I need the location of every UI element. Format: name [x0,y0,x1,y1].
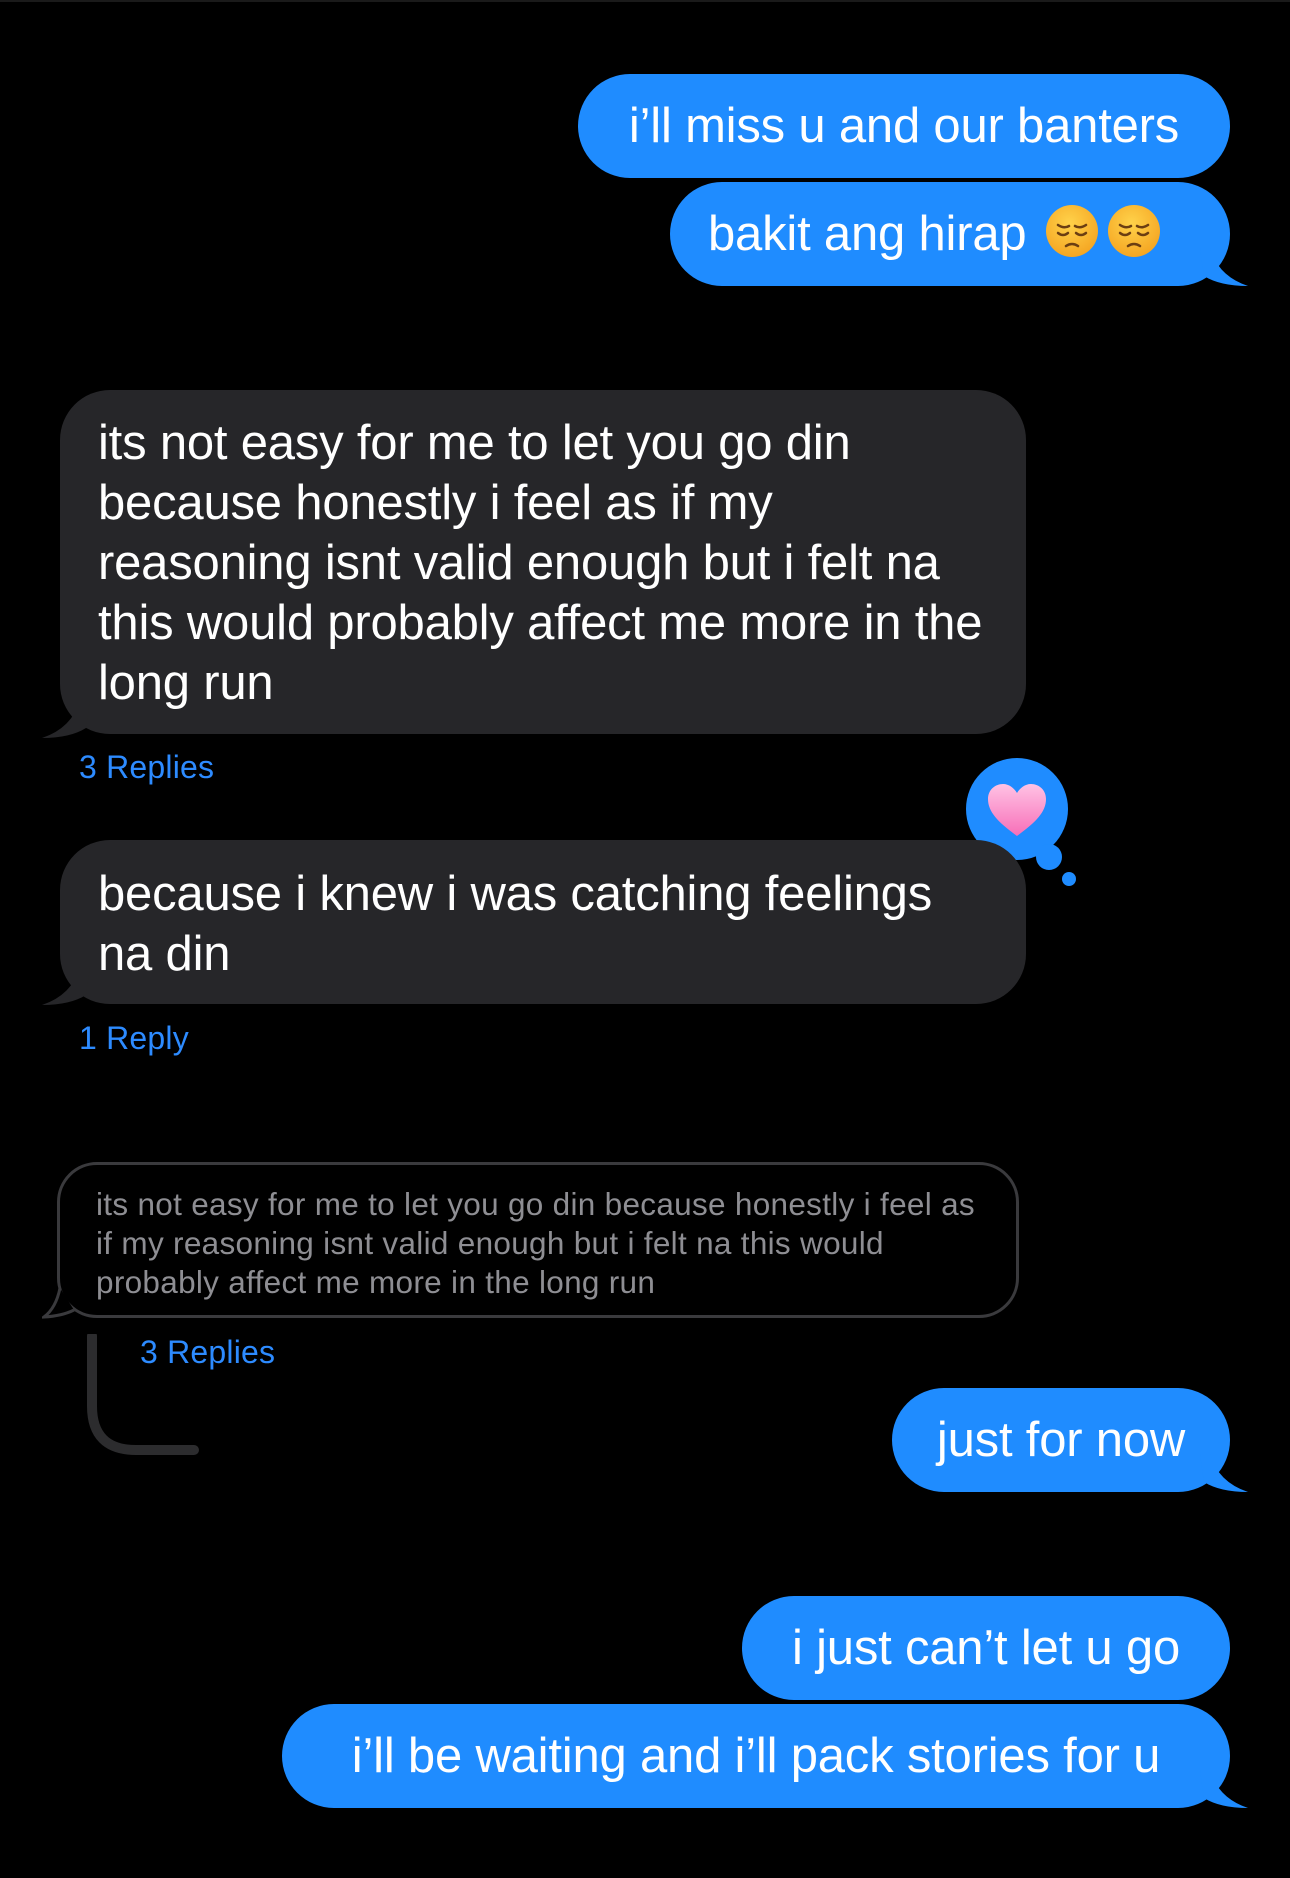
sent-message-4-text: i just can’t let u go [791,1621,1180,1675]
thread-connector-line [87,1334,199,1455]
tapback-bubble-dot-large [1036,844,1062,870]
received-bubble-tail [42,700,90,738]
sent-bubble-tail [1200,248,1248,286]
tapback-bubble-dot-small [1062,872,1076,886]
sent-message-1-text: i’ll miss u and our banters [628,99,1180,153]
pensive-face-icon [1046,205,1099,257]
pensive-face-icon [1108,205,1161,257]
sent-message-2-text: bakit ang hirap [708,207,1027,261]
sent-message-3[interactable]: just for now [892,1388,1230,1492]
sent-bubble-tail [1200,1770,1248,1808]
sent-message-4[interactable]: i just can’t let u go [742,1596,1230,1700]
sent-message-5[interactable]: i’ll be waiting and i’ll pack stories fo… [282,1704,1230,1808]
top-divider [0,0,1290,2]
pink-heart-icon [988,784,1046,836]
quoted-bubble-tail [42,1287,75,1319]
sent-message-5-text: i’ll be waiting and i’ll pack stories fo… [351,1729,1161,1783]
sent-message-1[interactable]: i’ll miss u and our banters [578,74,1230,178]
received-message-2-text: because i knew i was catching feelings n… [98,867,933,981]
sent-message-2[interactable]: bakit ang hirap [670,182,1230,286]
received-message-2[interactable]: because i knew i was catching feelings n… [60,840,1026,1004]
quoted-original-message[interactable]: its not easy for me to let you go din be… [57,1162,1019,1318]
received-message-1-text: its not easy for me to let you go din be… [98,416,983,710]
sent-message-3-text: just for now [936,1413,1186,1467]
received-message-1[interactable]: its not easy for me to let you go din be… [60,390,1026,734]
received-message-2-replies-link[interactable]: 1 Reply [79,1020,189,1057]
quoted-original-message-text: its not easy for me to let you go din be… [96,1186,975,1300]
received-message-1-replies-link[interactable]: 3 Replies [79,749,214,786]
sent-bubble-tail [1200,1454,1248,1492]
received-bubble-tail [42,967,90,1005]
